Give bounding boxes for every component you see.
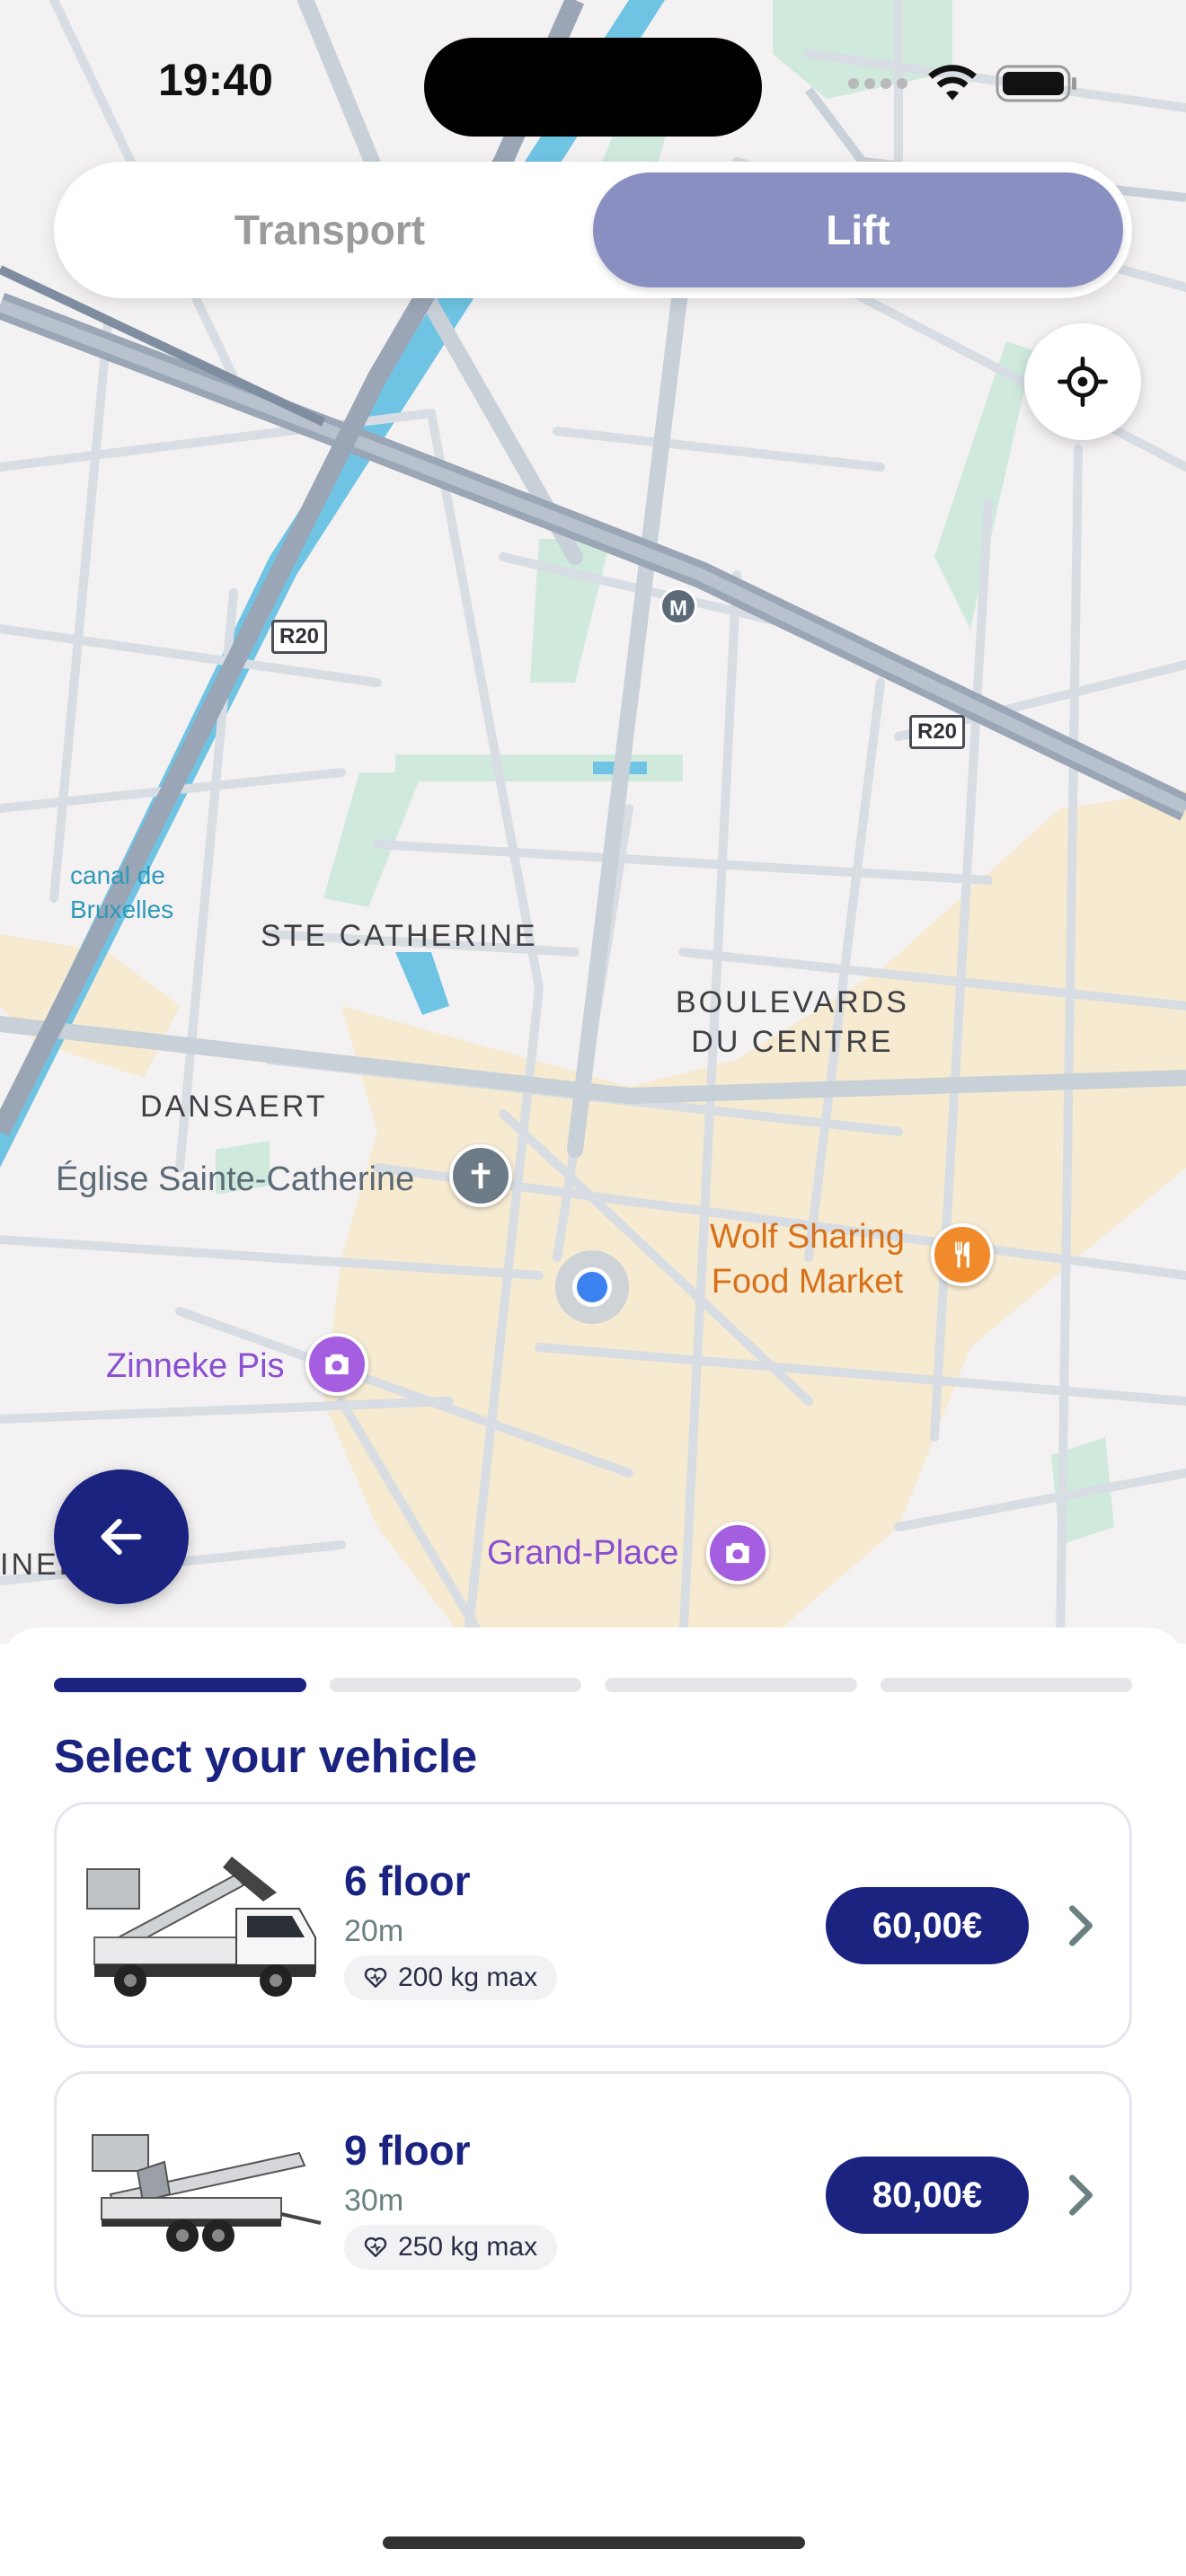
locate-button[interactable] — [1024, 323, 1141, 440]
truck-lift-image — [86, 1857, 316, 1997]
poi-church-label[interactable]: Église Sainte-Catherine — [56, 1160, 414, 1199]
heart-icon — [364, 1967, 387, 1988]
vehicle-height: 20m — [344, 1914, 404, 1948]
poi-food-market-label[interactable]: Wolf Sharing Food Market — [710, 1214, 905, 1304]
restaurant-pin[interactable] — [931, 1223, 994, 1286]
progress-step-1 — [54, 1678, 306, 1692]
back-arrow-icon — [101, 1518, 142, 1556]
capacity-text: 250 kg max — [398, 2232, 538, 2262]
tab-transport[interactable]: Transport — [65, 172, 595, 287]
camera-pin[interactable] — [305, 1333, 368, 1396]
cross-icon — [471, 1162, 491, 1189]
metro-icon[interactable]: M — [659, 587, 697, 625]
church-pin[interactable] — [449, 1144, 512, 1207]
camera-icon — [726, 1542, 749, 1564]
sheet-title: Select your vehicle — [54, 1731, 478, 1783]
trailer-lift-image — [92, 2134, 322, 2252]
tab-lift[interactable]: Lift — [593, 172, 1123, 287]
home-indicator[interactable] — [383, 2536, 805, 2549]
road-badge-r20: R20 — [909, 715, 966, 749]
road-badge-r20: R20 — [271, 620, 328, 654]
wifi-icon — [928, 65, 977, 101]
canal-label: canal de Bruxelles — [70, 861, 174, 923]
district-ste-catherine: STE CATHERINE — [261, 919, 538, 953]
chevron-right-icon — [1069, 2175, 1093, 2216]
signal-icon — [848, 78, 907, 89]
mode-switch: Transport Lift — [54, 162, 1132, 298]
camera-pin[interactable] — [706, 1522, 769, 1584]
vehicle-card-6-floor[interactable]: 6 floor 20m 200 kg max 60,00€ — [54, 1802, 1132, 2048]
vehicle-name: 9 floor — [344, 2127, 471, 2174]
price-badge: 60,00€ — [826, 1887, 1029, 1964]
district-dansaert: DANSAERT — [140, 1090, 328, 1124]
vehicle-sheet: Select your vehicle 6 floor 20m 200 kg m… — [0, 1628, 1186, 2576]
chevron-right-icon — [1069, 1905, 1093, 1946]
fork-knife-icon — [955, 1241, 969, 1268]
back-button[interactable] — [54, 1469, 189, 1604]
poi-grand-place-label[interactable]: Grand-Place — [487, 1534, 678, 1573]
progress-step-2 — [329, 1678, 581, 1692]
vehicle-name: 6 floor — [344, 1857, 471, 1904]
step-progress — [54, 1678, 1132, 1694]
status-icons — [846, 65, 1078, 102]
user-location-marker — [555, 1250, 629, 1324]
vehicle-card-9-floor[interactable]: 9 floor 30m 250 kg max 80,00€ — [54, 2071, 1132, 2317]
district-boulevards-du-centre: BOULEVARDS DU CENTRE — [676, 985, 909, 1059]
capacity-badge: 200 kg max — [344, 1955, 558, 2000]
heart-icon — [364, 2236, 387, 2257]
progress-step-3 — [605, 1678, 857, 1692]
capacity-badge: 250 kg max — [344, 2225, 558, 2270]
camera-icon — [325, 1354, 349, 1375]
progress-step-4 — [880, 1678, 1132, 1692]
capacity-text: 200 kg max — [398, 1963, 538, 1992]
locate-icon — [1058, 357, 1108, 407]
battery-icon — [996, 65, 1076, 102]
dynamic-island — [424, 38, 762, 137]
price-badge: 80,00€ — [826, 2157, 1029, 2234]
status-time: 19:40 — [158, 55, 273, 105]
vehicle-height: 30m — [344, 2183, 404, 2218]
poi-zinneke-label[interactable]: Zinneke Pis — [106, 1347, 285, 1386]
